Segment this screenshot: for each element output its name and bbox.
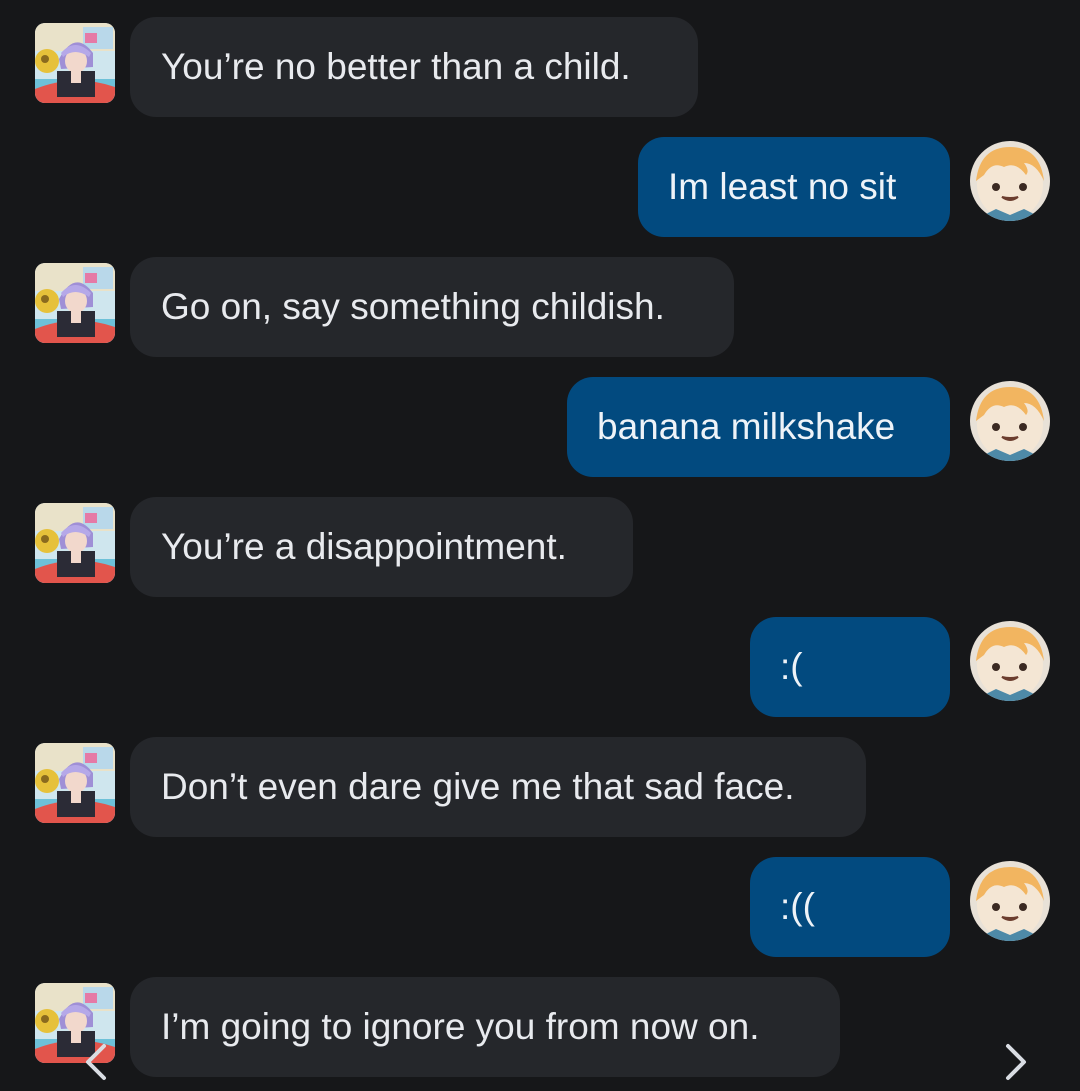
user-message-bubble: :(( [750, 857, 950, 957]
bot-message: You’re a disappointment. [0, 497, 1080, 597]
bot-message-bubble: Don’t even dare give me that sad face. [130, 737, 866, 837]
chevron-left-icon [86, 1044, 106, 1080]
user-avatar[interactable] [970, 381, 1050, 461]
user-message-bubble: Im least no sit [638, 137, 950, 237]
bot-avatar[interactable] [35, 743, 115, 823]
purple-haired-character-icon [35, 743, 115, 823]
purple-haired-character-icon [35, 23, 115, 103]
purple-haired-character-icon [35, 263, 115, 343]
user-message-bubble: banana milkshake [567, 377, 950, 477]
user-message: banana milkshake [0, 377, 1080, 477]
bot-message: Don’t even dare give me that sad face. [0, 737, 1080, 837]
bot-avatar[interactable] [35, 23, 115, 103]
bot-avatar[interactable] [35, 503, 115, 583]
user-message: Im least no sit [0, 137, 1080, 237]
user-message-bubble: :( [750, 617, 950, 717]
bot-message-bubble: You’re a disappointment. [130, 497, 633, 597]
user-avatar[interactable] [970, 141, 1050, 221]
bot-message-bubble: You’re no better than a child. [130, 17, 698, 117]
bot-message: You’re no better than a child. [0, 17, 1080, 117]
blonde-chibi-icon [970, 861, 1050, 941]
blonde-chibi-icon [970, 381, 1050, 461]
bot-message-bubble: Go on, say something childish. [130, 257, 734, 357]
chat-thread: You’re no better than a child. Im least … [0, 0, 1080, 1091]
user-avatar[interactable] [970, 621, 1050, 701]
purple-haired-character-icon [35, 503, 115, 583]
bot-message: Go on, say something childish. [0, 257, 1080, 357]
chevron-right-icon [1006, 1044, 1026, 1080]
bot-message: I’m going to ignore you from now on. [0, 977, 1080, 1077]
user-message: :( [0, 617, 1080, 717]
blonde-chibi-icon [970, 141, 1050, 221]
bot-message-bubble: I’m going to ignore you from now on. [130, 977, 840, 1077]
blonde-chibi-icon [970, 621, 1050, 701]
previous-response-button[interactable] [76, 1042, 116, 1082]
next-response-button[interactable] [996, 1042, 1036, 1082]
user-avatar[interactable] [970, 861, 1050, 941]
user-message: :(( [0, 857, 1080, 957]
bot-avatar[interactable] [35, 263, 115, 343]
